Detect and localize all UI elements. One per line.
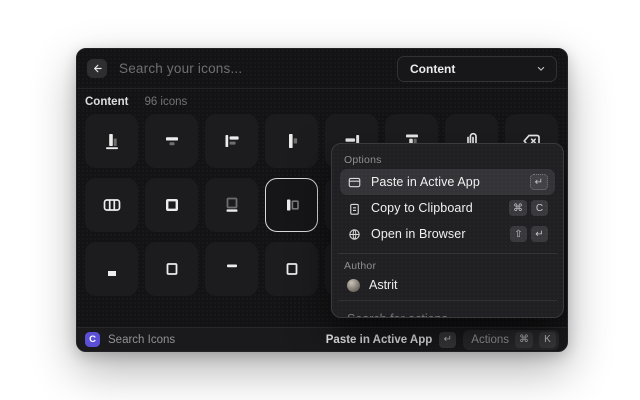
menu-item-author[interactable]: Astrit [340, 275, 555, 294]
menu-item-label: Open in Browser [371, 227, 466, 241]
section-count: 96 icons [144, 96, 188, 108]
key-return: ↵ [531, 226, 548, 242]
statusbar-actions: Paste in Active App ↵ Actions ⌘ K [326, 329, 559, 350]
clipboard-icon [350, 203, 359, 215]
menu-item-label: Copy to Clipboard [371, 201, 473, 215]
icon-tile[interactable] [145, 114, 198, 168]
partial-square-icon [166, 263, 177, 275]
icon-tile[interactable] [205, 178, 258, 232]
partial-square-icon [286, 263, 297, 275]
icon-tile[interactable] [85, 178, 138, 232]
category-value: Content [410, 61, 456, 76]
dock-left-icon [286, 199, 299, 211]
icon-tile[interactable] [265, 114, 318, 168]
menu-author-label: Author [344, 260, 377, 272]
key-shift: ⇧ [510, 226, 527, 242]
icon-tile[interactable] [85, 114, 138, 168]
partial-bar-icon [226, 264, 237, 268]
icon-tile[interactable] [145, 178, 198, 232]
search-input[interactable]: Search your icons... [119, 61, 397, 76]
align-middle-icon [288, 134, 297, 148]
browser-bottom-icon [226, 197, 237, 212]
menu-item-copy[interactable]: Copy to Clipboard ⌘ C [340, 195, 555, 221]
icon-tile[interactable] [145, 242, 198, 296]
icon-tile[interactable] [265, 242, 318, 296]
menu-item-label: Paste in Active App [371, 175, 480, 189]
icon-tile[interactable] [205, 114, 258, 168]
section-header: Content 96 icons [85, 96, 187, 108]
key-cmd: ⌘ [509, 200, 527, 216]
globe-icon [349, 228, 360, 240]
align-left-icon [225, 135, 239, 147]
align-center-icon [165, 137, 178, 146]
author-avatar [347, 278, 360, 292]
author-name: Astrit [369, 278, 398, 292]
menu-item-browser[interactable]: Open in Browser ⇧ ↵ [340, 221, 555, 247]
menu-item-paste[interactable]: Paste in Active App ↵ [340, 169, 555, 195]
align-bottom-icon [105, 134, 118, 150]
key-return: ↵ [529, 174, 548, 190]
carousel-icon [103, 199, 120, 211]
key-c: C [531, 200, 548, 216]
actions-label: Actions [471, 333, 509, 346]
icon-tile[interactable] [85, 242, 138, 296]
top-bar: Search your icons... Content [77, 49, 567, 89]
app-name: Search Icons [108, 333, 176, 346]
app-logo: C [85, 332, 100, 347]
category-dropdown[interactable]: Content [397, 55, 557, 82]
menu-options-label: Options [344, 154, 382, 166]
key-return: ↵ [439, 331, 457, 348]
icon-tile[interactable] [205, 242, 258, 296]
actions-menu: Options Paste in Active App ↵ Copy to Cl… [331, 143, 564, 318]
chevron-down-icon [537, 66, 545, 71]
actions-search-input[interactable]: Search for actions... [340, 307, 555, 317]
key-k: K [539, 331, 556, 348]
partial-icon [107, 271, 116, 276]
menu-divider [338, 300, 557, 301]
key-cmd: ⌘ [515, 331, 533, 348]
app-window: Search your icons... Content Content 96 … [76, 48, 568, 352]
menu-divider [338, 253, 557, 254]
app-window-icon [348, 177, 361, 187]
icon-tile-selected[interactable] [265, 178, 318, 232]
actions-button[interactable]: Actions ⌘ K [463, 329, 559, 350]
primary-action-button[interactable]: Paste in Active App [326, 334, 433, 346]
checkbox-icon [165, 198, 178, 212]
back-button[interactable] [87, 59, 107, 78]
section-title: Content [85, 96, 129, 108]
arrow-left-icon [93, 64, 102, 73]
status-bar: C Search Icons Paste in Active App ↵ Act… [77, 327, 567, 351]
